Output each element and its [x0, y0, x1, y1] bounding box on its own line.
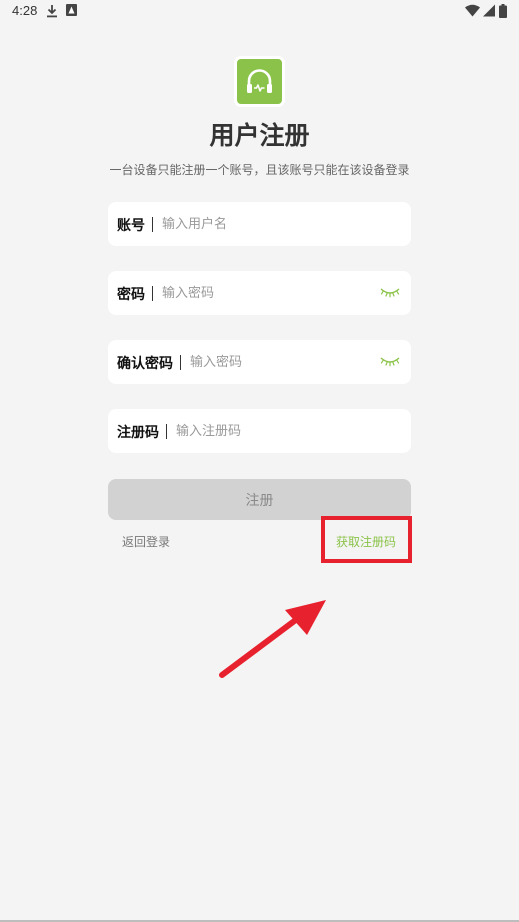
status-bar: 4:28: [0, 0, 519, 24]
confirm-password-input[interactable]: [190, 350, 390, 374]
username-input[interactable]: [162, 212, 362, 236]
eye-closed-icon[interactable]: [380, 354, 400, 368]
confirm-password-label: 确认密码: [117, 356, 173, 372]
wifi-icon: [465, 4, 480, 21]
download-icon: [46, 4, 58, 22]
app-notification-icon: [66, 4, 77, 20]
password-input[interactable]: [162, 281, 362, 305]
registration-code-label: 注册码: [117, 425, 159, 441]
username-label: 账号: [117, 218, 145, 234]
password-field[interactable]: 密码: [108, 271, 411, 315]
field-divider: [152, 286, 153, 301]
username-field[interactable]: 账号: [108, 202, 411, 246]
field-divider: [166, 424, 167, 439]
app-logo: [237, 59, 282, 104]
registration-code-field[interactable]: 注册码: [108, 409, 411, 453]
confirm-password-field[interactable]: 确认密码: [108, 340, 411, 384]
back-to-login-link[interactable]: 返回登录: [122, 533, 170, 550]
signal-icon: [483, 4, 495, 21]
arrow-annotation-icon: [215, 595, 330, 684]
page-subtitle: 一台设备只能注册一个账号，且该账号只能在该设备登录: [109, 163, 410, 177]
field-divider: [152, 217, 153, 232]
status-time: 4:28: [12, 3, 38, 18]
battery-icon: [499, 4, 507, 22]
field-divider: [180, 355, 181, 370]
register-button[interactable]: 注册: [108, 479, 411, 520]
headset-icon: [237, 69, 282, 108]
eye-closed-icon[interactable]: [380, 285, 400, 299]
registration-code-input[interactable]: [176, 419, 376, 443]
highlight-box: [321, 516, 412, 563]
password-label: 密码: [117, 287, 145, 303]
page-title: 用户注册: [209, 121, 310, 150]
